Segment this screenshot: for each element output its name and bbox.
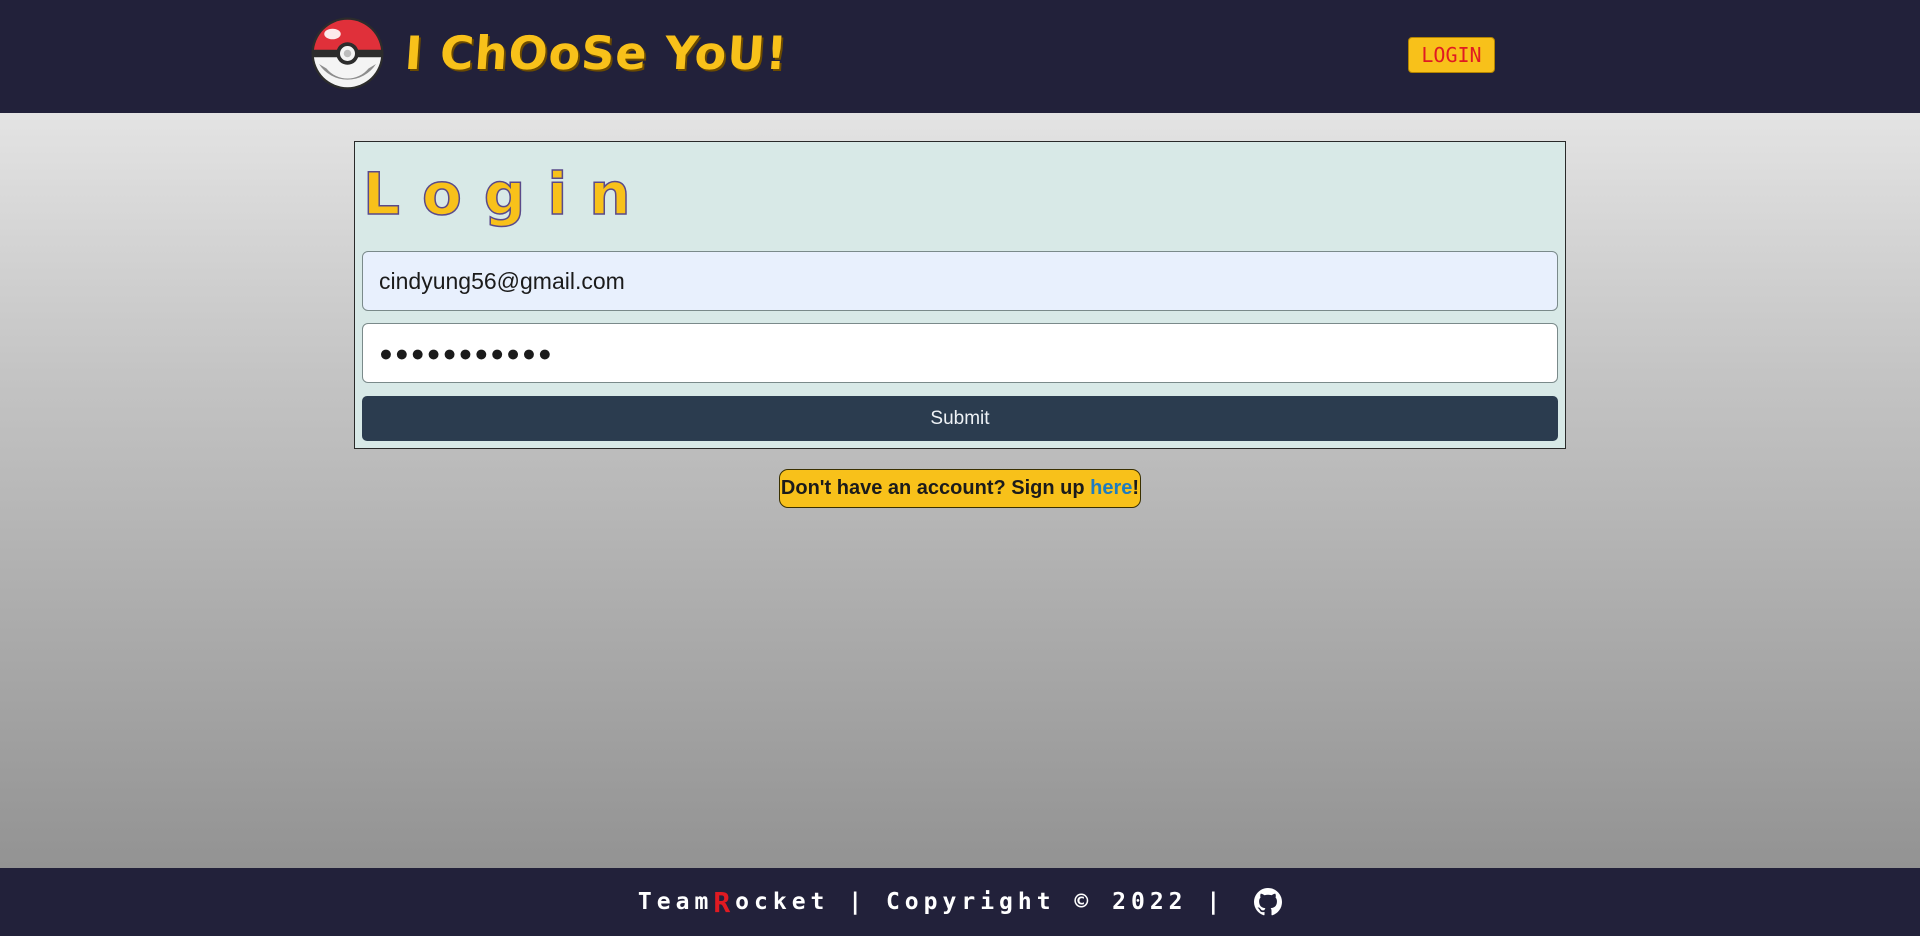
github-icon[interactable] xyxy=(1254,888,1283,916)
footer-copyright: | Copyright © 2022 | xyxy=(829,889,1245,915)
login-form: Login Submit xyxy=(354,141,1566,449)
password-field[interactable] xyxy=(362,323,1558,383)
brand-title: I ChOoSe YoU! xyxy=(403,26,790,80)
footer-team-initial: R xyxy=(713,885,736,919)
submit-button[interactable]: Submit xyxy=(362,396,1558,441)
login-nav-button[interactable]: LOGIN xyxy=(1408,37,1495,73)
footer-team-prefix: Team xyxy=(637,889,714,915)
login-heading: Login xyxy=(362,159,653,229)
signup-prompt-text: Don't have an account? Sign up xyxy=(780,477,1085,499)
site-footer: Team R ocket | Copyright © 2022 | xyxy=(0,868,1920,936)
pokeball-icon xyxy=(311,17,384,89)
signup-link[interactable]: here xyxy=(1090,477,1132,500)
signup-suffix: ! xyxy=(1132,477,1140,499)
signup-prompt: Don't have an account? Sign up here! xyxy=(779,469,1141,508)
footer-team-rest: ocket xyxy=(735,889,830,915)
brand[interactable]: I ChOoSe YoU! xyxy=(310,14,790,92)
site-header: I ChOoSe YoU! LOGIN xyxy=(0,0,1920,113)
email-field[interactable] xyxy=(362,251,1558,311)
